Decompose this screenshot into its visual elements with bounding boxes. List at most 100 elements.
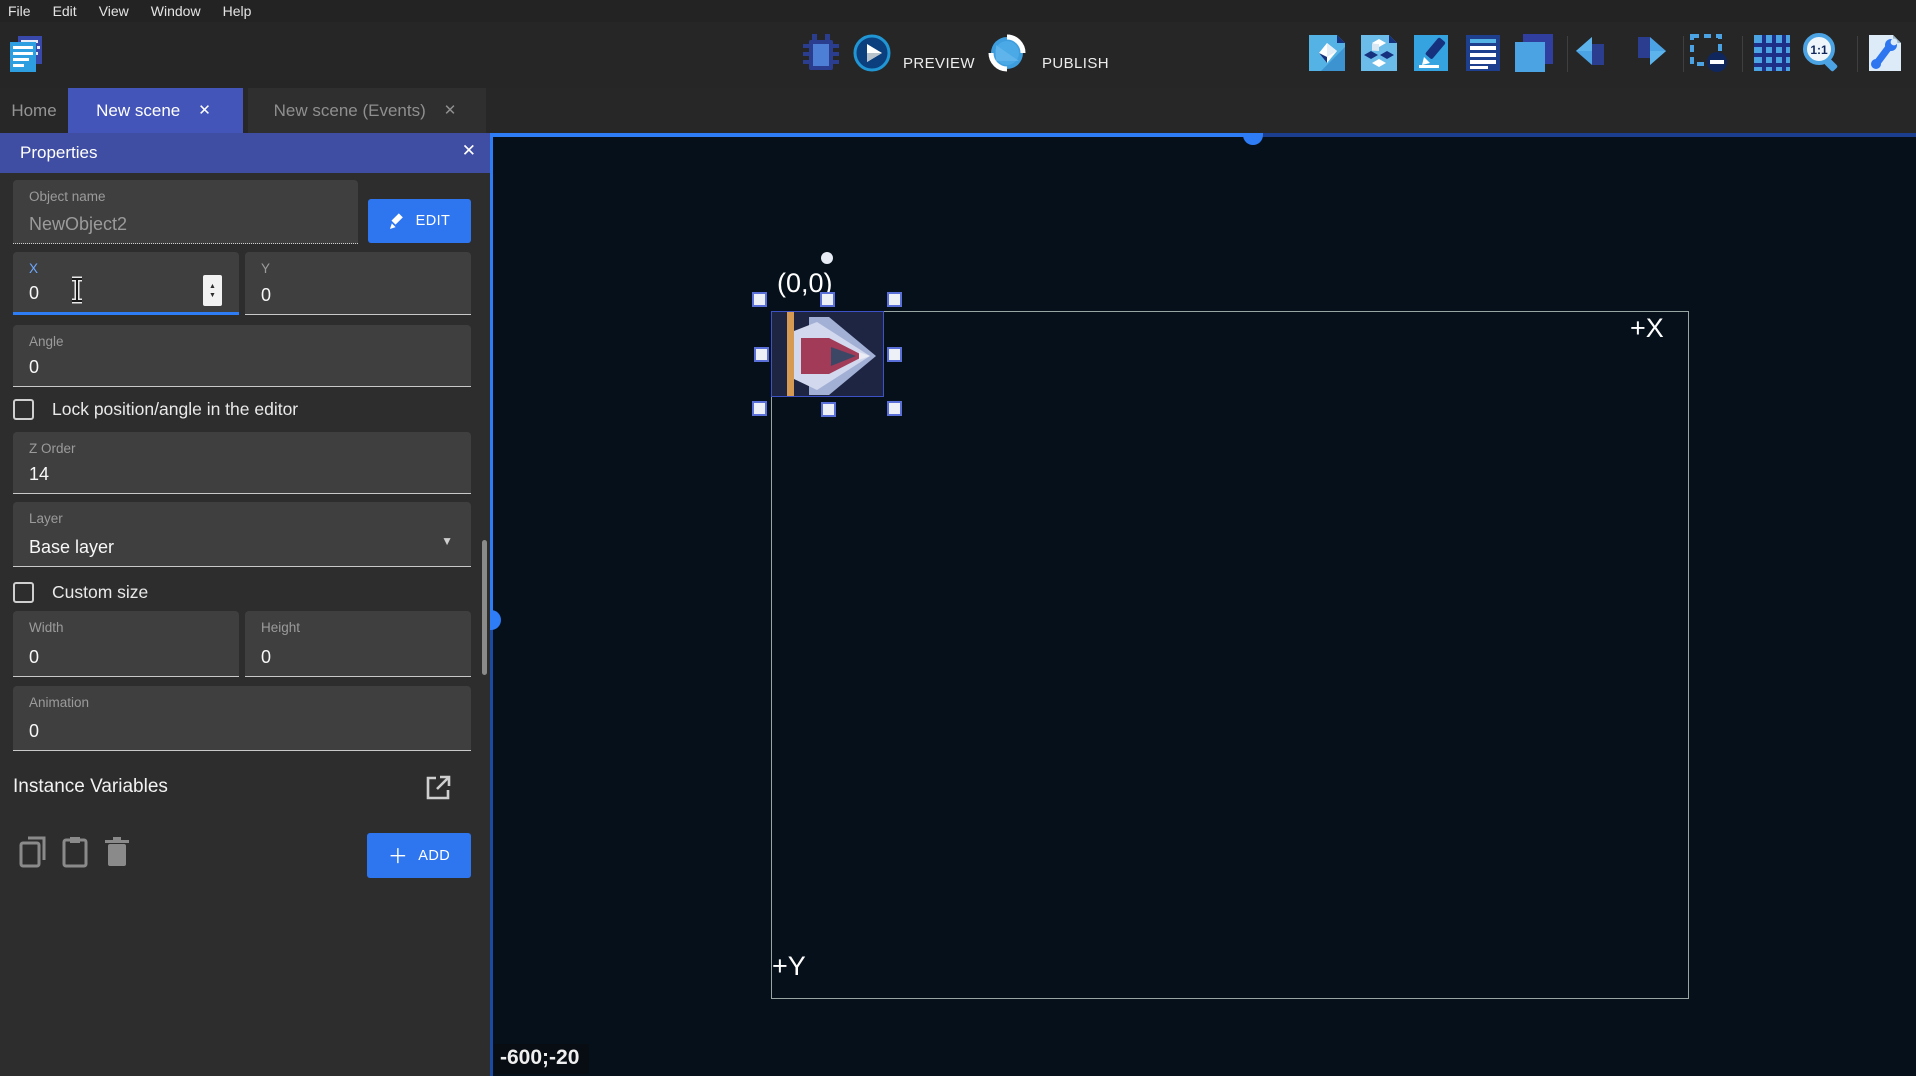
- canvas-top-splitter[interactable]: [1253, 133, 1916, 137]
- add-variable-button[interactable]: ＋ ADD: [367, 833, 471, 878]
- publish-button[interactable]: [985, 30, 1029, 76]
- layers-button[interactable]: [1513, 30, 1555, 76]
- resize-handle-middle-left[interactable]: [754, 347, 769, 362]
- open-variables-editor-button[interactable]: [425, 774, 452, 806]
- layers-icon: [1513, 32, 1555, 74]
- stepper-up-icon[interactable]: ▲: [209, 282, 216, 291]
- width-field[interactable]: Width 0: [13, 611, 239, 677]
- instances-list-button[interactable]: [1462, 30, 1504, 76]
- project-manager-icon: [4, 30, 46, 76]
- paste-icon: [62, 836, 88, 868]
- copy-icon: [18, 836, 46, 868]
- grid-icon: [1752, 33, 1792, 73]
- y-position-field[interactable]: Y 0: [245, 252, 471, 315]
- tab-home[interactable]: Home: [0, 88, 68, 133]
- preview-button[interactable]: [852, 30, 892, 76]
- trash-icon: [104, 836, 130, 868]
- project-manager-button[interactable]: [4, 30, 46, 76]
- z-order-value: 14: [29, 464, 49, 485]
- splitter-handle[interactable]: [1243, 133, 1263, 145]
- publish-icon: [986, 33, 1028, 73]
- instances-list-icon: [1463, 33, 1503, 73]
- tab-new-scene-events[interactable]: New scene (Events) ✕: [248, 88, 486, 133]
- canvas-top-splitter[interactable]: [490, 133, 1253, 137]
- lock-position-label: Lock position/angle in the editor: [52, 399, 298, 420]
- z-order-field[interactable]: Z Order 14: [13, 432, 471, 494]
- layer-select[interactable]: Layer Base layer ▼: [13, 502, 471, 567]
- menu-window[interactable]: Window: [151, 3, 201, 19]
- lock-position-row[interactable]: Lock position/angle in the editor: [13, 399, 298, 420]
- custom-size-row[interactable]: Custom size: [13, 582, 148, 603]
- svg-text:1:1: 1:1: [1810, 43, 1828, 57]
- height-value: 0: [261, 647, 271, 668]
- edit-object-button[interactable]: EDIT: [368, 199, 471, 243]
- layer-value: Base layer: [29, 537, 114, 558]
- grid-button[interactable]: [1751, 30, 1793, 76]
- deselect-button[interactable]: [1688, 30, 1730, 76]
- rotation-handle[interactable]: [821, 252, 833, 264]
- x-stepper[interactable]: ▲ ▼: [203, 275, 222, 306]
- editor-settings-button[interactable]: [1864, 30, 1906, 76]
- text-cursor-icon: [69, 276, 85, 304]
- redo-button[interactable]: [1626, 30, 1668, 76]
- toolbar-separator: [1857, 36, 1858, 72]
- menu-bar: File Edit View Window Help: [0, 0, 1916, 22]
- layer-label: Layer: [29, 511, 63, 526]
- properties-panel-header: Properties ✕: [0, 133, 490, 173]
- toolbar-separator: [1742, 36, 1743, 72]
- tab-close-icon[interactable]: ✕: [194, 101, 215, 120]
- menu-help[interactable]: Help: [223, 3, 252, 19]
- toolbar-separator: [1567, 36, 1568, 72]
- properties-panel: Properties ✕ Object name NewObject2 EDIT…: [0, 133, 490, 1076]
- resize-handle-bottom-right[interactable]: [887, 401, 902, 416]
- pencil-icon: [389, 213, 406, 230]
- objects-panel-button[interactable]: [1306, 30, 1348, 76]
- width-label: Width: [29, 620, 64, 635]
- resize-handle-middle-right[interactable]: [887, 347, 902, 362]
- objects-icon: [1307, 33, 1347, 73]
- tab-new-scene[interactable]: New scene ✕: [68, 88, 243, 133]
- animation-field[interactable]: Animation 0: [13, 686, 471, 751]
- menu-view[interactable]: View: [99, 3, 129, 19]
- lock-position-checkbox[interactable]: [13, 399, 34, 420]
- splitter-handle[interactable]: [490, 610, 501, 630]
- angle-field[interactable]: Angle 0: [13, 325, 471, 387]
- height-label: Height: [261, 620, 300, 635]
- resize-handle-bottom-left[interactable]: [752, 401, 767, 416]
- resize-handle-bottom-center[interactable]: [821, 402, 836, 417]
- tab-new-scene-events-label: New scene (Events): [274, 101, 426, 121]
- object-name-value: NewObject2: [29, 214, 127, 235]
- plus-icon: ＋: [388, 840, 408, 869]
- preview-label[interactable]: PREVIEW: [903, 55, 975, 72]
- chevron-down-icon[interactable]: ▼: [441, 534, 453, 548]
- object-groups-button[interactable]: [1358, 30, 1400, 76]
- stepper-down-icon[interactable]: ▼: [209, 291, 216, 300]
- custom-size-checkbox[interactable]: [13, 582, 34, 603]
- tab-new-scene-label: New scene: [96, 101, 180, 121]
- edit-scene-properties-button[interactable]: [1410, 30, 1452, 76]
- y-value: 0: [261, 285, 271, 306]
- tab-close-icon[interactable]: ✕: [440, 101, 461, 120]
- paste-variable-button[interactable]: [62, 836, 88, 873]
- delete-variable-button[interactable]: [104, 836, 130, 873]
- object-name-field[interactable]: Object name NewObject2: [13, 180, 358, 244]
- height-field[interactable]: Height 0: [245, 611, 471, 677]
- redo-icon: [1626, 35, 1668, 71]
- panel-close-icon[interactable]: ✕: [462, 141, 476, 161]
- panel-scrollbar-thumb[interactable]: [482, 540, 487, 675]
- canvas-left-splitter[interactable]: [490, 620, 493, 1076]
- x-label: X: [29, 261, 38, 276]
- zoom-original-button[interactable]: 1:1: [1799, 30, 1841, 76]
- publish-label[interactable]: PUBLISH: [1042, 55, 1109, 72]
- canvas-left-splitter[interactable]: [490, 133, 493, 620]
- copy-variable-button[interactable]: [18, 836, 46, 873]
- resize-handle-top-center[interactable]: [820, 292, 835, 307]
- menu-edit[interactable]: Edit: [53, 3, 77, 19]
- menu-file[interactable]: File: [8, 3, 31, 19]
- resize-handle-top-right[interactable]: [887, 292, 902, 307]
- x-position-field[interactable]: X 0 ▲ ▼: [13, 252, 239, 315]
- undo-button[interactable]: [1574, 30, 1616, 76]
- debug-button[interactable]: [800, 30, 842, 76]
- resize-handle-top-left[interactable]: [752, 292, 767, 307]
- scene-canvas[interactable]: (0,0) +X +Y -600;-20: [490, 133, 1916, 1076]
